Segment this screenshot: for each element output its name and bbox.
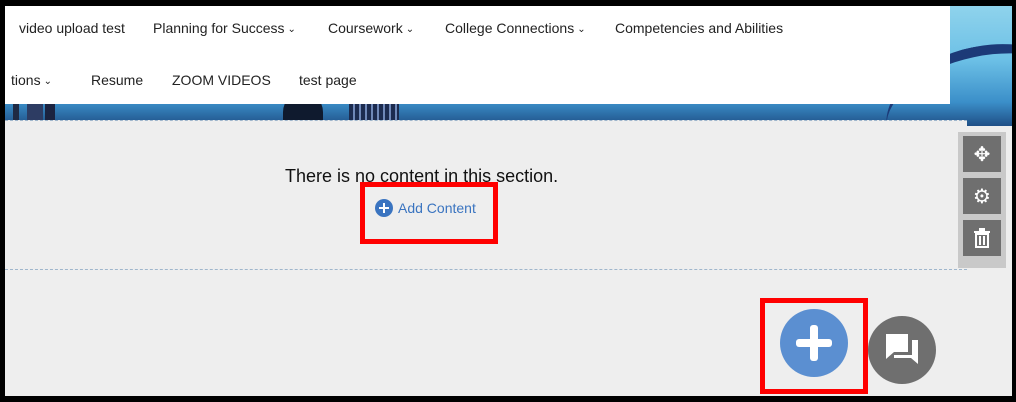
nav-item-college-connections[interactable]: College Connections ⌄ [445, 20, 586, 36]
chevron-down-icon: ⌄ [577, 24, 586, 35]
section-tools: ✥ ⚙ [958, 132, 1006, 268]
nav-item-planning-for-success[interactable]: Planning for Success ⌄ [153, 20, 296, 36]
chat-icon [886, 334, 918, 364]
nav-item-competencies-and-abilities[interactable]: Competencies and Abilities [615, 20, 783, 36]
nav-item-video-upload-test[interactable]: video upload test [19, 20, 125, 36]
delete-section-button[interactable] [963, 220, 1001, 256]
add-content-label: Add Content [398, 200, 476, 216]
chevron-down-icon: ⌄ [405, 24, 415, 35]
trash-icon [974, 228, 990, 248]
site-navigation: video upload test Planning for Success ⌄ … [5, 6, 950, 104]
move-icon: ✥ [973, 143, 991, 166]
empty-section-message: There is no content in this section. [285, 166, 559, 186]
move-section-button[interactable]: ✥ [963, 136, 1001, 172]
nav-item-resume[interactable]: Resume [91, 72, 143, 88]
nav-item-coursework[interactable]: Coursework ⌄ [328, 20, 414, 36]
plus-circle-icon [375, 199, 393, 217]
screenshot-frame: video upload test Planning for Success ⌄ … [0, 0, 1016, 402]
gear-icon: ⚙ [973, 185, 991, 208]
chevron-down-icon: ⌄ [287, 24, 296, 35]
section-settings-button[interactable]: ⚙ [963, 178, 1001, 214]
nav-item-zoom-videos[interactable]: ZOOM VIDEOS [172, 72, 271, 88]
add-button[interactable] [780, 309, 848, 377]
nav-item-tions[interactable]: tions ⌄ [11, 72, 52, 88]
nav-item-test-page[interactable]: test page [299, 72, 357, 88]
empty-content-section: There is no content in this section. Add… [5, 120, 967, 270]
chat-button[interactable] [868, 316, 936, 384]
chevron-down-icon: ⌄ [43, 76, 52, 87]
add-content-button[interactable]: Add Content [375, 199, 476, 217]
